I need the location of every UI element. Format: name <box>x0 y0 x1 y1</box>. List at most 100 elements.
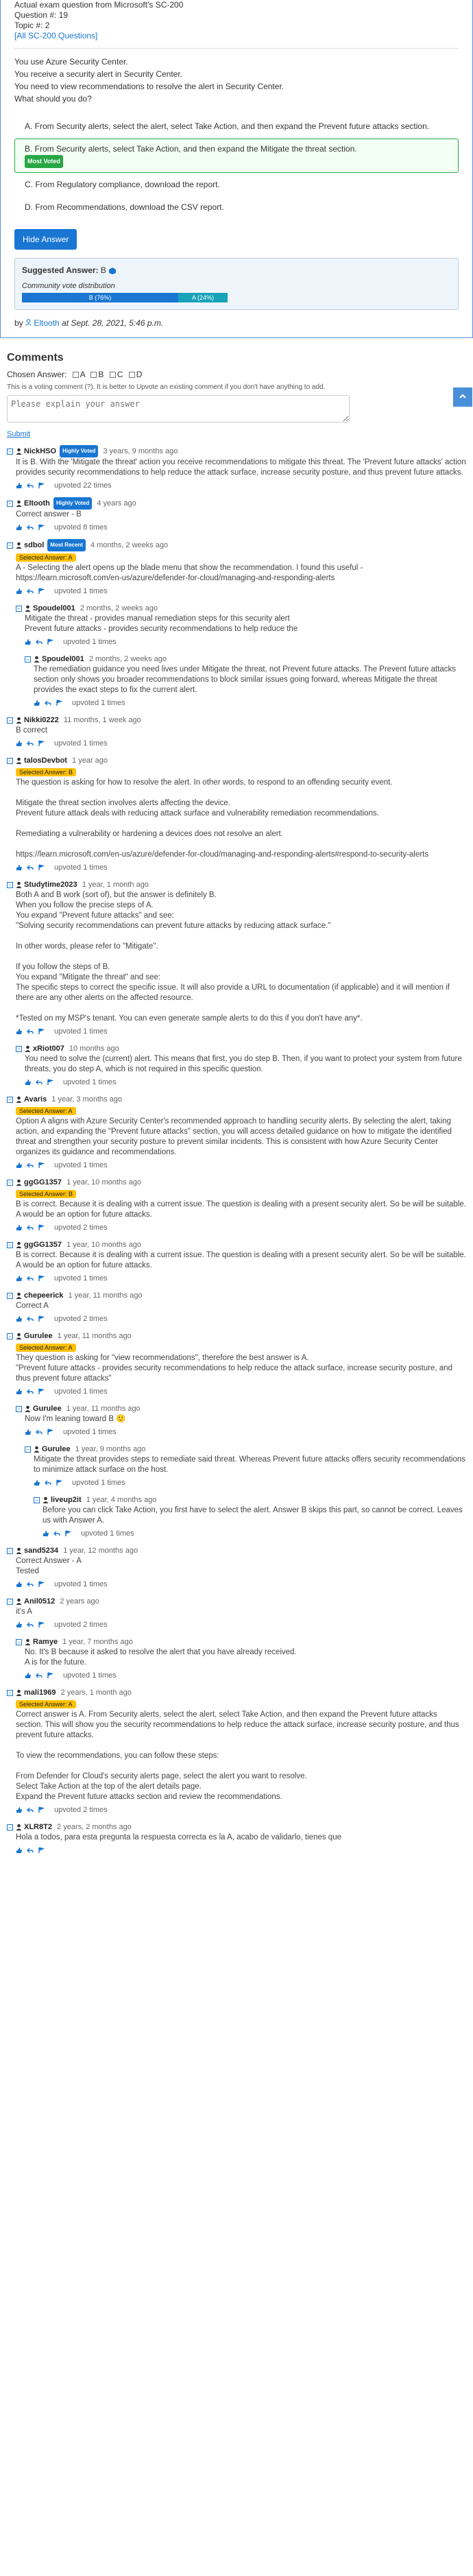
upvote-icon[interactable] <box>25 1672 32 1679</box>
collapse-toggle[interactable]: − <box>7 542 13 549</box>
comment-author[interactable]: Anil0512 <box>24 1597 55 1606</box>
choice-b[interactable]: B. From Security alerts, select Take Act… <box>14 139 459 173</box>
upvote-icon[interactable] <box>16 1388 23 1395</box>
upvote-icon[interactable] <box>16 864 23 871</box>
reply-icon[interactable] <box>27 1388 34 1395</box>
reply-icon[interactable] <box>27 1581 34 1588</box>
upvote-icon[interactable] <box>43 1530 49 1537</box>
reply-icon[interactable] <box>36 1079 43 1086</box>
upvote-icon[interactable] <box>34 1479 40 1486</box>
reply-icon[interactable] <box>27 588 34 595</box>
reply-icon[interactable] <box>27 1275 34 1282</box>
comment-author[interactable]: Gurulee <box>33 1405 62 1413</box>
comment-author[interactable]: Studytime2023 <box>24 881 77 889</box>
all-questions-link[interactable]: [All SC-200 Questions] <box>14 31 97 40</box>
reply-icon[interactable] <box>36 1429 43 1435</box>
reply-icon[interactable] <box>27 524 34 531</box>
reply-icon[interactable] <box>45 700 51 706</box>
reply-icon[interactable] <box>27 1621 34 1628</box>
comment-author[interactable]: XLR8T2 <box>24 1823 52 1831</box>
flag-icon[interactable] <box>47 1428 53 1435</box>
flag-icon[interactable] <box>38 587 45 595</box>
flag-icon[interactable] <box>38 1387 45 1395</box>
reply-icon[interactable] <box>36 1672 43 1679</box>
upvote-icon[interactable] <box>16 1806 23 1813</box>
flag-icon[interactable] <box>38 1806 45 1813</box>
flag-icon[interactable] <box>38 1161 45 1169</box>
collapse-toggle[interactable]: − <box>7 1096 13 1103</box>
collapse-toggle[interactable]: − <box>7 1598 13 1605</box>
choice-d[interactable]: D. From Recommendations, download the CS… <box>14 197 459 218</box>
flag-icon[interactable] <box>38 739 45 747</box>
comment-author[interactable]: Ramye <box>33 1638 58 1646</box>
collapse-toggle[interactable]: − <box>16 1045 22 1052</box>
upvote-icon[interactable] <box>25 1079 32 1086</box>
reply-icon[interactable] <box>36 639 43 645</box>
flag-icon[interactable] <box>56 1479 62 1486</box>
collapse-toggle[interactable]: − <box>7 1547 13 1554</box>
flag-icon[interactable] <box>38 1846 45 1854</box>
flag-icon[interactable] <box>38 1315 45 1322</box>
flag-icon[interactable] <box>47 1078 53 1086</box>
collapse-toggle[interactable]: − <box>7 1824 13 1830</box>
flag-icon[interactable] <box>38 1621 45 1628</box>
collapse-toggle[interactable]: − <box>16 1638 22 1645</box>
comment-author[interactable]: Gurulee <box>24 1332 53 1340</box>
collapse-toggle[interactable]: − <box>34 1496 40 1503</box>
comment-author[interactable]: Gurulee <box>42 1445 71 1453</box>
comment-author[interactable]: mali1969 <box>24 1689 56 1697</box>
scroll-up-button[interactable] <box>453 387 472 407</box>
comment-author[interactable]: sdbol <box>24 541 44 549</box>
comment-author[interactable]: Spoudel001 <box>33 604 75 612</box>
upvote-icon[interactable] <box>16 588 23 595</box>
collapse-toggle[interactable]: − <box>7 1292 13 1299</box>
upvote-icon[interactable] <box>16 1847 23 1854</box>
flag-icon[interactable] <box>56 699 62 706</box>
hide-answer-button[interactable]: Hide Answer <box>14 229 77 250</box>
upvote-icon[interactable] <box>34 700 40 706</box>
checkbox-d[interactable] <box>128 372 135 379</box>
collapse-toggle[interactable]: − <box>7 1241 13 1248</box>
flag-icon[interactable] <box>38 1580 45 1588</box>
flag-icon[interactable] <box>47 1671 53 1679</box>
upvote-icon[interactable] <box>16 1581 23 1588</box>
comment-author[interactable]: chepeerick <box>24 1291 63 1300</box>
author-link[interactable]: Eltooth <box>34 318 59 328</box>
collapse-toggle[interactable]: − <box>25 656 31 663</box>
submit-button[interactable]: Submit <box>7 430 466 438</box>
checkbox-b[interactable] <box>90 372 97 379</box>
upvote-icon[interactable] <box>16 740 23 747</box>
comment-author[interactable]: ggGG1357 <box>24 1178 62 1186</box>
collapse-toggle[interactable]: − <box>7 448 13 455</box>
checkbox-a[interactable] <box>72 372 79 379</box>
answer-textarea[interactable] <box>7 395 350 422</box>
flag-icon[interactable] <box>64 1529 71 1537</box>
checkbox-c[interactable] <box>109 372 116 379</box>
comment-author[interactable]: Eltooth <box>24 499 50 508</box>
upvote-icon[interactable] <box>16 524 23 531</box>
upvote-icon[interactable] <box>16 1224 23 1231</box>
reply-icon[interactable] <box>27 1806 34 1813</box>
reply-icon[interactable] <box>27 1315 34 1322</box>
reply-icon[interactable] <box>27 1028 34 1035</box>
collapse-toggle[interactable]: − <box>7 1333 13 1339</box>
comment-author[interactable]: NickHSO <box>24 447 56 455</box>
upvote-icon[interactable] <box>16 1315 23 1322</box>
flag-icon[interactable] <box>38 1274 45 1282</box>
flag-icon[interactable] <box>38 1027 45 1035</box>
comment-author[interactable]: Avaris <box>24 1095 47 1104</box>
comment-author[interactable]: xRiot007 <box>33 1045 64 1053</box>
comment-author[interactable]: liveup2it <box>51 1496 82 1504</box>
flag-icon[interactable] <box>38 1224 45 1231</box>
upvote-icon[interactable] <box>25 639 32 645</box>
collapse-toggle[interactable]: − <box>25 1446 31 1453</box>
comment-author[interactable]: sand5234 <box>24 1547 58 1555</box>
collapse-toggle[interactable]: − <box>7 500 13 507</box>
collapse-toggle[interactable]: − <box>16 1405 22 1412</box>
flag-icon[interactable] <box>47 638 53 645</box>
flag-icon[interactable] <box>38 523 45 531</box>
upvote-icon[interactable] <box>16 1162 23 1169</box>
comment-author[interactable]: Nikki0222 <box>24 716 59 724</box>
collapse-toggle[interactable]: − <box>16 605 22 612</box>
upvote-icon[interactable] <box>16 1028 23 1035</box>
